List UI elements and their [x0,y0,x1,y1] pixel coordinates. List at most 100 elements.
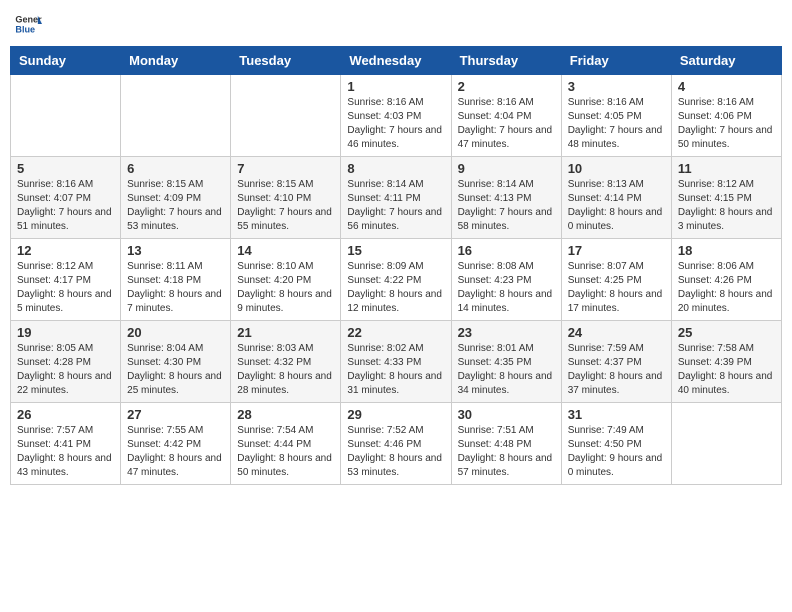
logo: General Blue [14,10,42,38]
day-number: 17 [568,243,665,258]
day-cell: 25 Sunrise: 7:58 AM Sunset: 4:39 PM Dayli… [671,321,781,403]
day-info: Sunrise: 8:11 AM Sunset: 4:18 PM Dayligh… [127,260,224,316]
day-info: Sunrise: 8:05 AM Sunset: 4:28 PM Dayligh… [17,342,114,398]
day-info: Sunrise: 8:16 AM Sunset: 4:07 PM Dayligh… [17,178,114,234]
day-number: 13 [127,243,224,258]
week-row-2: 5 Sunrise: 8:16 AM Sunset: 4:07 PM Daylig… [11,157,782,239]
day-number: 22 [347,325,444,340]
day-number: 10 [568,161,665,176]
day-number: 8 [347,161,444,176]
day-info: Sunrise: 8:16 AM Sunset: 4:04 PM Dayligh… [458,96,555,152]
day-cell: 16 Sunrise: 8:08 AM Sunset: 4:23 PM Dayli… [451,239,561,321]
svg-text:Blue: Blue [15,24,35,34]
day-number: 26 [17,407,114,422]
day-info: Sunrise: 8:02 AM Sunset: 4:33 PM Dayligh… [347,342,444,398]
day-cell: 14 Sunrise: 8:10 AM Sunset: 4:20 PM Dayli… [231,239,341,321]
day-number: 5 [17,161,114,176]
day-cell: 11 Sunrise: 8:12 AM Sunset: 4:15 PM Dayli… [671,157,781,239]
day-info: Sunrise: 8:07 AM Sunset: 4:25 PM Dayligh… [568,260,665,316]
day-info: Sunrise: 8:01 AM Sunset: 4:35 PM Dayligh… [458,342,555,398]
day-number: 16 [458,243,555,258]
day-cell: 28Sunrise: 7:54 AM Sunset: 4:44 PM Dayli… [231,403,341,485]
day-info: Sunrise: 8:10 AM Sunset: 4:20 PM Dayligh… [237,260,334,316]
day-number: 3 [568,79,665,94]
day-number: 18 [678,243,775,258]
day-cell: 10 Sunrise: 8:13 AM Sunset: 4:14 PM Dayli… [561,157,671,239]
day-cell: 27Sunrise: 7:55 AM Sunset: 4:42 PM Dayli… [121,403,231,485]
day-header-monday: Monday [121,47,231,75]
calendar: SundayMondayTuesdayWednesdayThursdayFrid… [10,46,782,485]
day-info: Sunrise: 8:06 AM Sunset: 4:26 PM Dayligh… [678,260,775,316]
day-number: 20 [127,325,224,340]
day-number: 27 [127,407,224,422]
week-row-1: 1 Sunrise: 8:16 AM Sunset: 4:03 PM Daylig… [11,75,782,157]
day-cell: 13 Sunrise: 8:11 AM Sunset: 4:18 PM Dayli… [121,239,231,321]
day-info: Sunrise: 8:08 AM Sunset: 4:23 PM Dayligh… [458,260,555,316]
day-cell: 8 Sunrise: 8:14 AM Sunset: 4:11 PM Daylig… [341,157,451,239]
day-cell: 31Sunrise: 7:49 AM Sunset: 4:50 PM Dayli… [561,403,671,485]
day-cell: 6 Sunrise: 8:15 AM Sunset: 4:09 PM Daylig… [121,157,231,239]
day-info: Sunrise: 7:58 AM Sunset: 4:39 PM Dayligh… [678,342,775,398]
day-cell: 29Sunrise: 7:52 AM Sunset: 4:46 PM Dayli… [341,403,451,485]
day-cell: 1 Sunrise: 8:16 AM Sunset: 4:03 PM Daylig… [341,75,451,157]
day-number: 7 [237,161,334,176]
week-row-4: 19 Sunrise: 8:05 AM Sunset: 4:28 PM Dayli… [11,321,782,403]
day-number: 11 [678,161,775,176]
day-number: 21 [237,325,334,340]
day-cell: 17 Sunrise: 8:07 AM Sunset: 4:25 PM Dayli… [561,239,671,321]
day-header-wednesday: Wednesday [341,47,451,75]
day-number: 12 [17,243,114,258]
day-cell [11,75,121,157]
day-cell: 12Sunrise: 8:12 AM Sunset: 4:17 PM Dayli… [11,239,121,321]
day-cell: 4 Sunrise: 8:16 AM Sunset: 4:06 PM Daylig… [671,75,781,157]
day-number: 14 [237,243,334,258]
day-cell: 2 Sunrise: 8:16 AM Sunset: 4:04 PM Daylig… [451,75,561,157]
day-cell: 9 Sunrise: 8:14 AM Sunset: 4:13 PM Daylig… [451,157,561,239]
day-header-tuesday: Tuesday [231,47,341,75]
day-info: Sunrise: 7:51 AM Sunset: 4:48 PM Dayligh… [458,424,555,480]
day-number: 24 [568,325,665,340]
day-number: 30 [458,407,555,422]
day-header-saturday: Saturday [671,47,781,75]
day-info: Sunrise: 7:52 AM Sunset: 4:46 PM Dayligh… [347,424,444,480]
day-info: Sunrise: 7:59 AM Sunset: 4:37 PM Dayligh… [568,342,665,398]
day-info: Sunrise: 8:12 AM Sunset: 4:15 PM Dayligh… [678,178,775,234]
day-number: 15 [347,243,444,258]
day-info: Sunrise: 8:13 AM Sunset: 4:14 PM Dayligh… [568,178,665,234]
day-header-sunday: Sunday [11,47,121,75]
day-header-thursday: Thursday [451,47,561,75]
day-info: Sunrise: 8:04 AM Sunset: 4:30 PM Dayligh… [127,342,224,398]
day-info: Sunrise: 8:15 AM Sunset: 4:10 PM Dayligh… [237,178,334,234]
logo-icon: General Blue [14,10,42,38]
header-row: SundayMondayTuesdayWednesdayThursdayFrid… [11,47,782,75]
day-info: Sunrise: 7:54 AM Sunset: 4:44 PM Dayligh… [237,424,334,480]
day-number: 19 [17,325,114,340]
day-cell: 21 Sunrise: 8:03 AM Sunset: 4:32 PM Dayli… [231,321,341,403]
day-number: 1 [347,79,444,94]
day-cell: 3Sunrise: 8:16 AM Sunset: 4:05 PM Daylig… [561,75,671,157]
day-cell [671,403,781,485]
day-cell: 26 Sunrise: 7:57 AM Sunset: 4:41 PM Dayli… [11,403,121,485]
day-number: 4 [678,79,775,94]
day-cell: 7 Sunrise: 8:15 AM Sunset: 4:10 PM Daylig… [231,157,341,239]
week-row-3: 12Sunrise: 8:12 AM Sunset: 4:17 PM Dayli… [11,239,782,321]
day-header-friday: Friday [561,47,671,75]
day-info: Sunrise: 8:15 AM Sunset: 4:09 PM Dayligh… [127,178,224,234]
day-info: Sunrise: 8:14 AM Sunset: 4:11 PM Dayligh… [347,178,444,234]
day-cell: 23Sunrise: 8:01 AM Sunset: 4:35 PM Dayli… [451,321,561,403]
day-cell: 22 Sunrise: 8:02 AM Sunset: 4:33 PM Dayli… [341,321,451,403]
day-info: Sunrise: 8:16 AM Sunset: 4:03 PM Dayligh… [347,96,444,152]
day-number: 6 [127,161,224,176]
day-cell: 18 Sunrise: 8:06 AM Sunset: 4:26 PM Dayli… [671,239,781,321]
day-number: 9 [458,161,555,176]
day-info: Sunrise: 8:14 AM Sunset: 4:13 PM Dayligh… [458,178,555,234]
day-number: 25 [678,325,775,340]
day-info: Sunrise: 8:16 AM Sunset: 4:06 PM Dayligh… [678,96,775,152]
day-number: 31 [568,407,665,422]
day-info: Sunrise: 8:03 AM Sunset: 4:32 PM Dayligh… [237,342,334,398]
day-cell [121,75,231,157]
day-cell: 19 Sunrise: 8:05 AM Sunset: 4:28 PM Dayli… [11,321,121,403]
day-number: 2 [458,79,555,94]
day-info: Sunrise: 7:57 AM Sunset: 4:41 PM Dayligh… [17,424,114,480]
day-info: Sunrise: 8:09 AM Sunset: 4:22 PM Dayligh… [347,260,444,316]
